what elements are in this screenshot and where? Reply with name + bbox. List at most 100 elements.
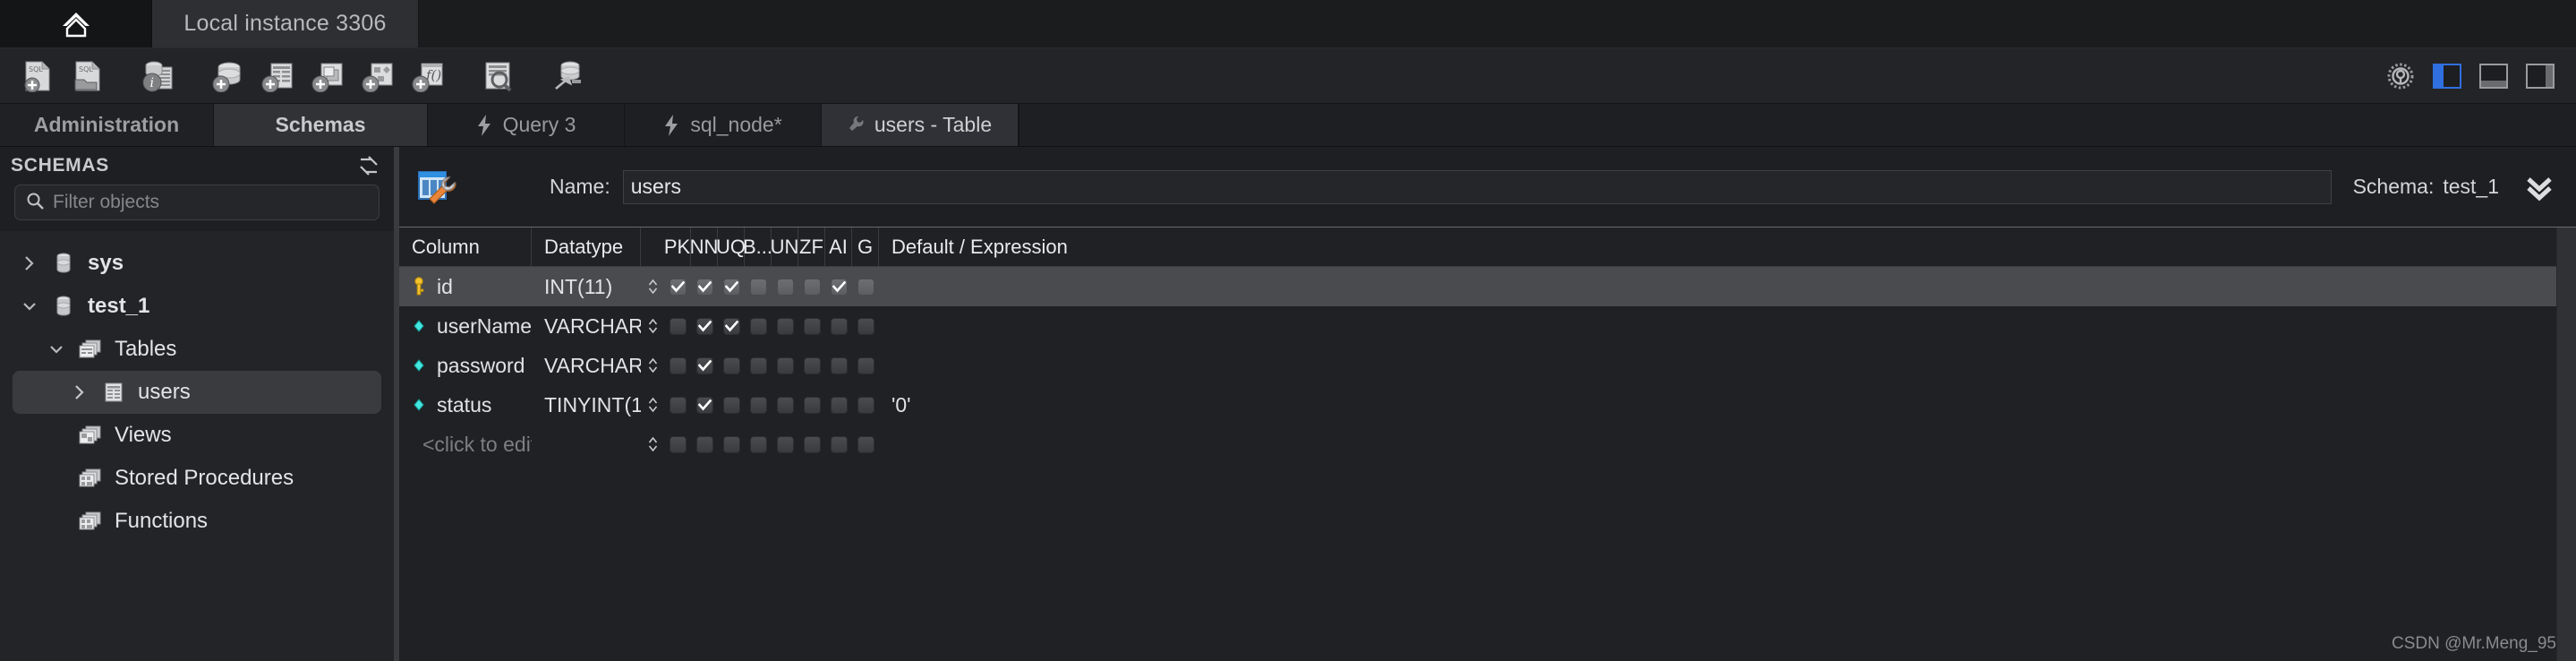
cell-flag-zf[interactable] (798, 425, 825, 464)
checkbox-g[interactable] (857, 356, 874, 374)
cell-flag-uq[interactable] (718, 425, 745, 464)
tree-item-views[interactable]: Views (13, 414, 381, 457)
cell-flag-un[interactable] (772, 267, 798, 306)
table-row[interactable]: status TINYINT(1) '0' (399, 385, 2556, 425)
cell-flag-uq[interactable] (718, 267, 745, 306)
tab-sql-node[interactable]: sql_node* (625, 104, 822, 146)
checkbox-b[interactable] (749, 317, 767, 335)
cell-column-name[interactable]: <click to edit> (399, 425, 532, 464)
checkbox-zf[interactable] (803, 278, 821, 296)
cell-flag-pk[interactable] (664, 306, 691, 346)
header-pk[interactable]: PK (664, 227, 691, 266)
checkbox-ai[interactable] (830, 435, 848, 453)
tab-schemas[interactable]: Schemas (214, 104, 428, 146)
grid-vertical-scrollbar[interactable] (2556, 227, 2576, 661)
cell-flag-nn[interactable] (691, 346, 718, 385)
table-row[interactable]: password VARCHAR(45) (399, 346, 2556, 385)
checkbox-zf[interactable] (803, 317, 821, 335)
cell-default-expression[interactable] (879, 346, 2556, 385)
datatype-stepper[interactable] (641, 267, 664, 306)
cell-flag-nn[interactable] (691, 385, 718, 425)
new-schema-icon[interactable] (202, 54, 252, 99)
checkbox-uq[interactable] (722, 278, 740, 296)
open-sql-file-icon[interactable]: SQL (63, 54, 113, 99)
cell-flag-g[interactable] (852, 306, 879, 346)
cell-flag-un[interactable] (772, 425, 798, 464)
new-view-icon[interactable] (303, 54, 353, 99)
header-uq[interactable]: UQ (716, 227, 746, 266)
cell-flag-g[interactable] (852, 346, 879, 385)
checkbox-g[interactable] (857, 435, 874, 453)
checkbox-pk[interactable] (669, 278, 687, 296)
checkbox-nn[interactable] (695, 278, 713, 296)
header-datatype[interactable]: Datatype (532, 227, 641, 266)
cell-datatype[interactable]: VARCHAR(45) (532, 346, 641, 385)
tree-item-functions[interactable]: Functions (13, 500, 381, 543)
cell-flag-ai[interactable] (825, 306, 852, 346)
new-function-icon[interactable]: f() (403, 54, 453, 99)
table-row[interactable]: id INT(11) (399, 267, 2556, 306)
checkbox-uq[interactable] (722, 435, 740, 453)
cell-default-expression[interactable]: '0' (879, 385, 2556, 425)
checkbox-uq[interactable] (722, 356, 740, 374)
header-un[interactable]: UN (771, 227, 798, 266)
header-g[interactable]: G (852, 227, 879, 266)
search-box[interactable] (14, 185, 380, 220)
header-zf[interactable]: ZF (798, 227, 825, 266)
checkbox-uq[interactable] (722, 396, 740, 414)
cell-column-name[interactable]: password (399, 346, 532, 385)
checkbox-nn[interactable] (695, 435, 713, 453)
cell-flag-b[interactable] (745, 306, 772, 346)
home-tab[interactable] (0, 0, 152, 47)
table-row[interactable]: userName VARCHAR(45) (399, 306, 2556, 346)
tree-item-users[interactable]: users (13, 371, 381, 414)
checkbox-ai[interactable] (830, 356, 848, 374)
checkbox-g[interactable] (857, 278, 874, 296)
cell-datatype[interactable]: TINYINT(1) (532, 385, 641, 425)
checkbox-b[interactable] (749, 435, 767, 453)
checkbox-nn[interactable] (695, 356, 713, 374)
cell-flag-zf[interactable] (798, 306, 825, 346)
checkbox-un[interactable] (776, 435, 794, 453)
cell-flag-g[interactable] (852, 267, 879, 306)
toggle-output-icon[interactable] (2474, 56, 2513, 96)
checkbox-b[interactable] (749, 356, 767, 374)
checkbox-g[interactable] (857, 317, 874, 335)
settings-gear-icon[interactable] (2381, 56, 2420, 96)
chevron-right-icon[interactable] (20, 255, 39, 271)
checkbox-pk[interactable] (669, 356, 687, 374)
checkbox-zf[interactable] (803, 356, 821, 374)
new-sql-file-icon[interactable]: SQL (13, 54, 63, 99)
cell-flag-pk[interactable] (664, 346, 691, 385)
cell-flag-b[interactable] (745, 346, 772, 385)
datatype-stepper[interactable] (641, 385, 664, 425)
cell-default-expression[interactable] (879, 306, 2556, 346)
cell-flag-g[interactable] (852, 385, 879, 425)
chevron-down-icon[interactable] (20, 299, 39, 313)
cell-flag-nn[interactable] (691, 306, 718, 346)
cell-flag-pk[interactable] (664, 425, 691, 464)
chevron-double-down-icon[interactable] (2524, 172, 2555, 202)
tree-item-tables[interactable]: Tables (13, 328, 381, 371)
cell-flag-b[interactable] (745, 425, 772, 464)
checkbox-un[interactable] (776, 317, 794, 335)
cell-flag-ai[interactable] (825, 267, 852, 306)
table-row[interactable]: <click to edit> (399, 425, 2556, 464)
cell-flag-b[interactable] (745, 385, 772, 425)
cell-flag-un[interactable] (772, 346, 798, 385)
datatype-stepper[interactable] (641, 346, 664, 385)
datatype-stepper[interactable] (641, 425, 664, 464)
datatype-stepper[interactable] (641, 306, 664, 346)
cell-column-name[interactable]: id (399, 267, 532, 306)
search-input[interactable] (53, 192, 368, 213)
cell-flag-uq[interactable] (718, 346, 745, 385)
cell-flag-b[interactable] (745, 267, 772, 306)
cell-flag-pk[interactable] (664, 385, 691, 425)
cell-flag-zf[interactable] (798, 385, 825, 425)
cell-datatype[interactable] (532, 425, 641, 464)
checkbox-pk[interactable] (669, 435, 687, 453)
tree-item-stored-procedures[interactable]: Stored Procedures (13, 457, 381, 500)
cell-flag-uq[interactable] (718, 385, 745, 425)
chevron-down-icon[interactable] (47, 342, 66, 356)
cell-flag-ai[interactable] (825, 425, 852, 464)
